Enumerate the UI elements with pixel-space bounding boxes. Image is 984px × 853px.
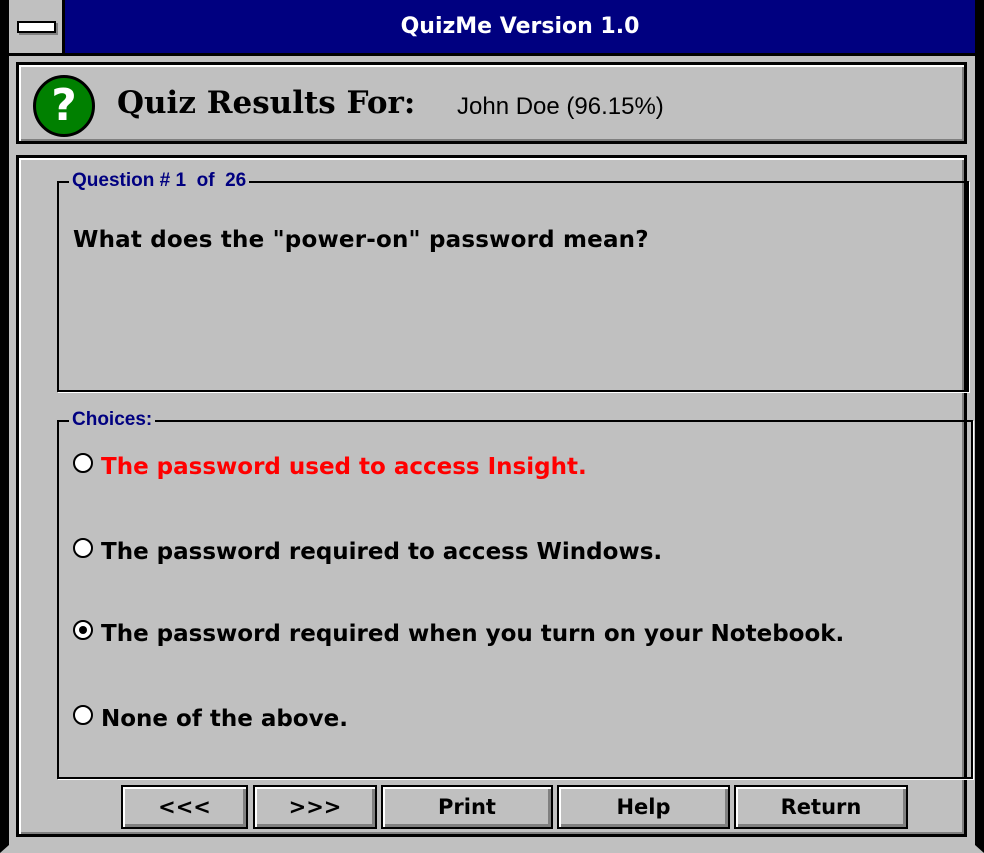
radio-button-1[interactable] <box>73 453 93 473</box>
previous-question-button[interactable]: <<< <box>121 785 248 829</box>
return-button[interactable]: Return <box>734 785 908 829</box>
next-question-button[interactable]: >>> <box>253 785 377 829</box>
title-bar: QuizMe Version 1.0 <box>9 0 975 56</box>
choice-option-2[interactable]: The password required to access Windows. <box>73 535 662 569</box>
choice-option-1[interactable]: The password used to access Insight. <box>73 450 587 484</box>
choices-group: Choices: The password used to access Ins… <box>57 408 973 779</box>
question-text: What does the "power-on" password mean? <box>73 227 649 253</box>
results-label: Quiz Results For: <box>117 85 416 121</box>
choice-label-2: The password required to access Windows. <box>101 539 663 565</box>
choice-option-4[interactable]: None of the above. <box>73 702 348 736</box>
print-button[interactable]: Print <box>381 785 553 829</box>
quizme-window: QuizMe Version 1.0 ? Quiz Results For: J… <box>0 0 984 853</box>
student-score: John Doe (96.15%) <box>457 93 664 120</box>
choice-label-3: The password required when you turn on y… <box>101 621 845 647</box>
radio-button-3[interactable] <box>73 620 93 640</box>
choice-label-1: The password used to access Insight. <box>101 454 587 480</box>
choice-label-4: None of the above. <box>101 706 348 732</box>
system-menu-icon <box>17 21 56 33</box>
window-title: QuizMe Version 1.0 <box>400 14 640 39</box>
quiz-body: Question # 1 of 26 What does the "power-… <box>16 155 973 837</box>
radio-button-4[interactable] <box>73 705 93 725</box>
question-number: Question # 1 of 26 <box>69 169 250 193</box>
help-button[interactable]: Help <box>557 785 730 829</box>
question-group: Question # 1 of 26 What does the "power-… <box>57 169 969 392</box>
system-menu-button[interactable] <box>9 0 65 53</box>
choices-legend: Choices: <box>69 408 156 432</box>
results-header: ? Quiz Results For: John Doe (96.15%) <box>16 62 967 144</box>
question-mark-icon: ? <box>33 75 95 137</box>
choice-option-3[interactable]: The password required when you turn on y… <box>73 617 844 651</box>
radio-button-2[interactable] <box>73 538 93 558</box>
